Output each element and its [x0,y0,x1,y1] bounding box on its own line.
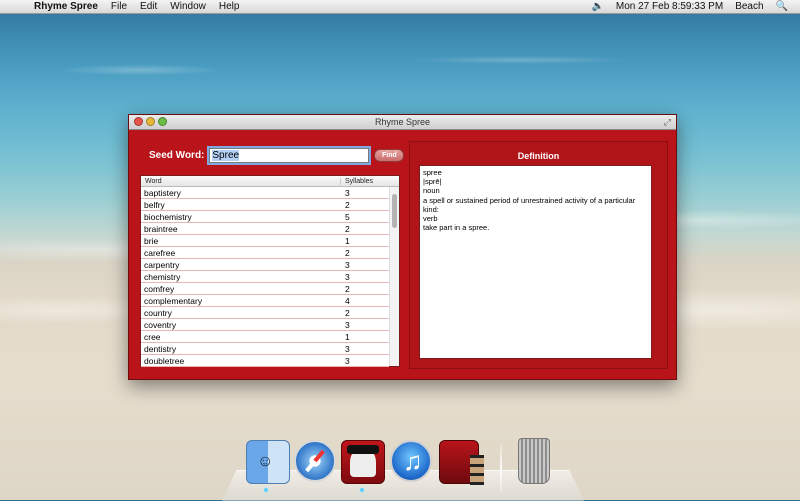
title-bar[interactable]: Rhyme Spree ⤢ [129,115,676,130]
minimize-button[interactable] [146,117,155,126]
zoom-button[interactable] [158,117,167,126]
definition-text[interactable]: spree |sprē| noun a spell or sustained p… [419,165,652,359]
table-row[interactable]: dentistry 3 [141,343,389,355]
seed-word-label: Seed Word: [149,150,205,161]
word-cell: doubletree [144,355,185,366]
table-header: Word Syllables [141,176,399,187]
word-cell: biochemistry [144,211,192,222]
window-title: Rhyme Spree [374,117,431,127]
clock[interactable]: Mon 27 Feb 8:59:33 PM [616,1,723,12]
definition-line: spree [423,168,442,177]
rhyme-spree-icon[interactable] [341,440,385,484]
close-button[interactable] [134,117,143,126]
finder-icon[interactable]: ☺ [246,440,290,484]
syllables-cell: 2 [345,199,350,210]
column-header-word[interactable]: Word [141,177,341,185]
find-button[interactable]: Find [374,149,405,162]
menu-edit[interactable]: Edit [140,1,157,12]
syllables-cell: 3 [345,355,350,366]
itunes-icon[interactable]: ♫ [390,440,432,482]
definition-line: |sprē| [423,177,442,187]
definition-line: take part in a spree. [423,223,490,233]
table-row[interactable]: complementary 4 [141,295,389,307]
trash-icon[interactable] [518,438,550,484]
definition-line: noun [423,186,440,196]
seed-word-value: Spree [212,150,240,161]
syllables-cell: 2 [345,283,350,294]
definition-title: Definition [517,151,560,161]
word-cell: belfry [144,199,165,210]
menu-file[interactable]: File [111,1,127,12]
word-cell: baptistery [144,187,181,198]
app-menu[interactable]: Rhyme Spree [34,1,98,12]
syllables-cell: 2 [345,247,350,258]
table-row[interactable]: braintree 2 [141,223,389,235]
word-cell: chemistry [144,271,181,282]
table-row[interactable]: baptistery 3 [141,187,389,199]
fullscreen-icon[interactable]: ⤢ [664,115,671,129]
table-row[interactable]: carpentry 3 [141,259,389,271]
word-cell: carefree [144,247,176,258]
syllables-cell: 2 [345,307,350,318]
word-cell: cree [144,331,161,342]
column-header-syllables[interactable]: Syllables [341,178,385,185]
running-indicator [360,488,364,492]
table-row[interactable]: comfrey 2 [141,283,389,295]
menu-help[interactable]: Help [219,1,240,12]
table-row[interactable]: cree 1 [141,331,389,343]
word-cell: country [144,307,172,318]
definition-panel: Definition spree |sprē| noun a spell or … [409,141,668,369]
word-cell: dentistry [144,343,177,354]
menu-bar: Rhyme Spree File Edit Window Help 🔈 Mon … [0,0,800,14]
spotlight-icon[interactable]: 🔍 [776,1,788,12]
rhyme-table[interactable]: Word Syllables baptistery 3 belfry 2 biochem… [140,175,400,367]
table-row[interactable]: carefree 2 [141,247,389,259]
word-cell: comfrey [144,283,175,294]
running-indicator [264,488,268,492]
syllables-cell: 3 [345,187,350,198]
table-scrollbar[interactable] [389,187,399,366]
table-row[interactable]: brie 1 [141,235,389,247]
table-row[interactable]: country 2 [141,307,389,319]
safari-icon[interactable] [294,440,336,482]
syllables-cell: 3 [345,343,350,354]
rhyme-spree-window: Rhyme Spree ⤢ Seed Word: Spree Find Word… [128,114,677,380]
definition-line: a spell or sustained period of unrestrai… [423,195,636,214]
syllables-cell: 2 [345,223,350,234]
table-row[interactable]: chemistry 3 [141,271,389,283]
table-row[interactable]: doubletree 3 [141,355,389,367]
seed-row: Seed Word: Spree Find [149,148,405,163]
syllables-cell: 1 [345,331,350,342]
word-cell: braintree [144,223,178,234]
word-cell: complementary [144,295,203,306]
definition-line: verb [423,214,438,224]
volume-icon[interactable]: 🔈 [591,1,603,12]
word-cell: carpentry [144,259,180,270]
user-menu[interactable]: Beach [735,1,763,12]
syllables-cell: 1 [345,235,350,246]
syllables-cell: 4 [345,295,350,306]
table-body: baptistery 3 belfry 2 biochemistry 5 braintree… [141,187,389,367]
dock-divider [500,444,502,492]
menu-window[interactable]: Window [170,1,206,12]
scrollbar-thumb[interactable] [392,194,397,228]
syllables-cell: 5 [345,211,350,222]
table-row[interactable]: biochemistry 5 [141,211,389,223]
table-row[interactable]: coventry 3 [141,319,389,331]
syllables-cell: 3 [345,271,350,282]
word-cell: brie [144,235,159,246]
word-cell: coventry [144,319,177,330]
seed-word-input[interactable]: Spree [209,148,370,163]
syllables-cell: 3 [345,259,350,270]
syllables-cell: 3 [345,319,350,330]
photo-booth-icon[interactable] [439,440,484,485]
table-row[interactable]: belfry 2 [141,199,389,211]
